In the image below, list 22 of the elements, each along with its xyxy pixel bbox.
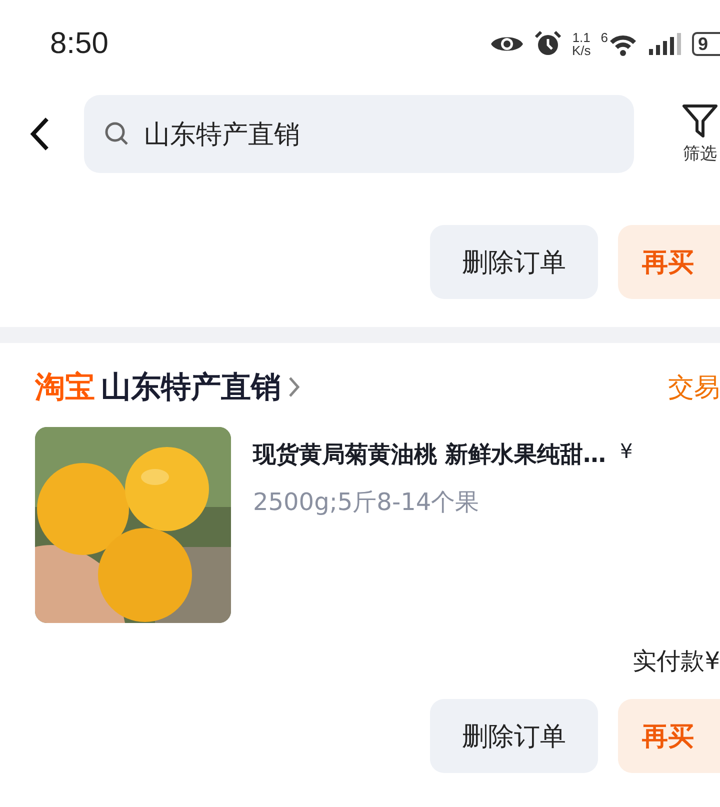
shop-name[interactable]: 山东特产直销 — [101, 366, 281, 408]
order-status: 交易 — [668, 372, 720, 404]
alarm-icon — [534, 30, 562, 58]
platform-label: 淘宝 — [35, 368, 95, 406]
search-icon — [104, 121, 130, 147]
wifi-label: 6 — [600, 30, 608, 45]
filter-label[interactable]: 筛选 — [683, 142, 717, 164]
paid-amount: 实付款¥ — [632, 646, 720, 677]
signal-icon — [648, 32, 682, 56]
speed-unit: K/s — [572, 44, 591, 57]
filter-icon[interactable] — [682, 104, 718, 138]
back-icon[interactable] — [30, 117, 50, 151]
product-title[interactable]: 现货黄局菊黄油桃 新鲜水果纯甜… — [253, 439, 606, 470]
chevron-icon — [287, 375, 301, 399]
battery-indicator: 9 — [692, 32, 720, 56]
status-time: 8:50 — [50, 27, 108, 61]
delete-order-button[interactable]: 删除订单 — [430, 699, 598, 773]
product-price: ¥ — [620, 439, 633, 465]
delete-order-button[interactable]: 删除订单 — [430, 225, 598, 299]
speed-value: 1.1 — [572, 31, 590, 44]
product-spec: 2500g;5斤8-14个果 — [253, 487, 480, 518]
search-field[interactable]: 山东特产直销 — [84, 95, 634, 173]
